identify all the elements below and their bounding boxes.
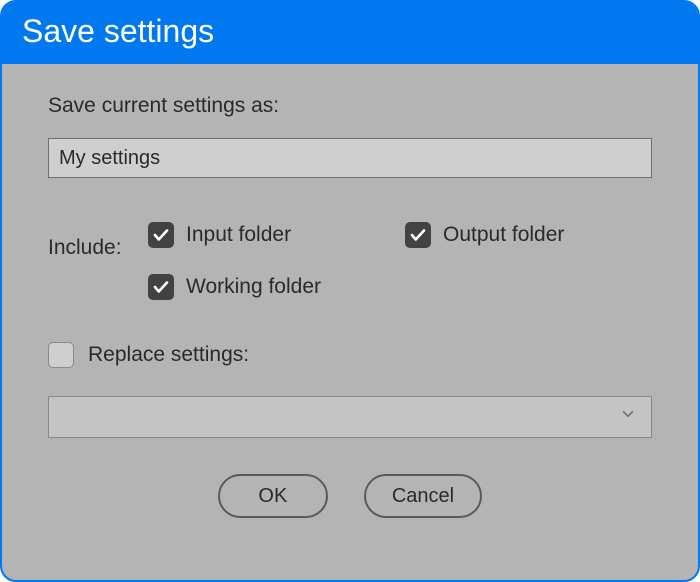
include-section: Include: Input folder Output folder <box>48 222 652 300</box>
cancel-button[interactable]: Cancel <box>364 474 482 518</box>
checkbox-empty-icon <box>48 342 74 368</box>
window-title: Save settings <box>22 13 214 50</box>
save-settings-dialog: Save settings Save current settings as: … <box>0 0 700 582</box>
replace-settings-label: Replace settings: <box>88 343 249 367</box>
replace-settings-row: Replace settings: <box>48 342 652 368</box>
dialog-body: Save current settings as: Include: Input… <box>2 64 698 580</box>
titlebar: Save settings <box>2 2 698 64</box>
settings-name-input[interactable] <box>48 138 652 178</box>
include-working-folder-checkbox[interactable]: Working folder <box>148 274 395 300</box>
include-working-folder-label: Working folder <box>186 275 321 299</box>
checkmark-icon <box>405 222 431 248</box>
replace-settings-checkbox[interactable]: Replace settings: <box>48 342 249 368</box>
include-input-folder-label: Input folder <box>186 223 291 247</box>
dialog-buttons: OK Cancel <box>48 474 652 518</box>
checkmark-icon <box>148 274 174 300</box>
include-input-folder-checkbox[interactable]: Input folder <box>148 222 395 248</box>
include-checkboxes: Input folder Output folder Working folde… <box>148 222 652 300</box>
include-output-folder-checkbox[interactable]: Output folder <box>405 222 652 248</box>
replace-settings-dropdown-wrap <box>48 396 652 438</box>
ok-button[interactable]: OK <box>218 474 328 518</box>
chevron-down-icon <box>619 405 637 429</box>
replace-settings-dropdown[interactable] <box>48 396 652 438</box>
include-label: Include: <box>48 222 148 260</box>
include-output-folder-label: Output folder <box>443 223 564 247</box>
checkmark-icon <box>148 222 174 248</box>
save-as-label: Save current settings as: <box>48 94 652 118</box>
